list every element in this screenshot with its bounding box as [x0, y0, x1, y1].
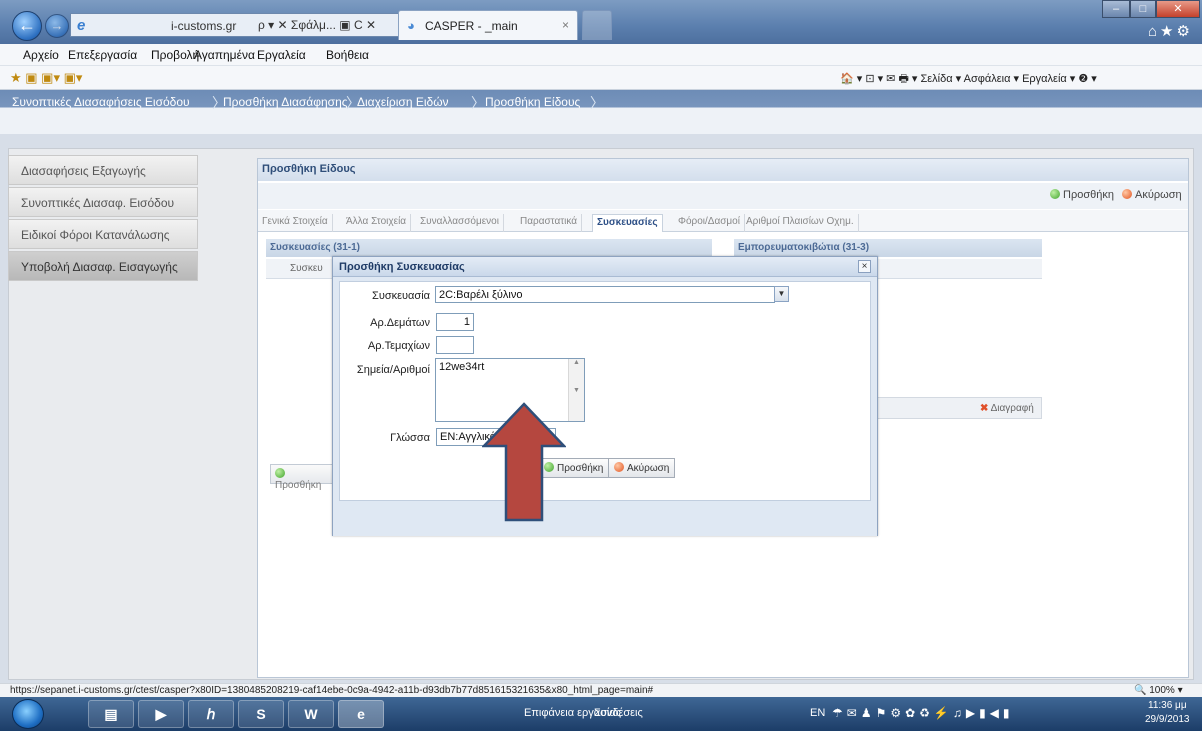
word-icon[interactable]: W: [288, 700, 334, 728]
zoom-level[interactable]: 🔍 100% ▾: [1134, 685, 1183, 696]
browser-titlebar: ← → e i-customs.gr ρ ▾ ✕ Σφάλμ... ▣ C ✕ …: [0, 0, 1202, 44]
tab-packages[interactable]: Συσκευασίες: [592, 214, 663, 232]
sidebar-item-excise-taxes[interactable]: Ειδικοί Φόροι Κατανάλωσης: [8, 219, 198, 249]
tab-documents[interactable]: Παραστατικά: [516, 214, 583, 232]
tab-casper-main[interactable]: ◕ CASPER - _main ×: [398, 10, 578, 40]
favorites-icon[interactable]: ★ ▣ ▣▾ ▣▾: [10, 70, 82, 86]
maximize-button[interactable]: □: [1130, 0, 1156, 18]
dialog-header: Προσθήκη Συσκευασίας ×: [333, 257, 877, 277]
delete-icon: ✖: [980, 403, 989, 414]
ie-taskbar-icon[interactable]: e: [338, 700, 384, 728]
pieces-label: Αρ.Τεμαχίων: [367, 340, 430, 352]
media-player-icon[interactable]: ▶: [138, 700, 184, 728]
menu-favorites[interactable]: Αγαπημένα: [194, 48, 255, 62]
tab-traders[interactable]: Συναλλασσόμενοι: [416, 214, 504, 232]
add-icon: [275, 468, 285, 478]
tab-taxes[interactable]: Φόροι/Δασμοί: [674, 214, 745, 232]
cancel-icon: [1122, 189, 1132, 199]
tab-other[interactable]: Άλλα Στοιχεία: [342, 214, 412, 232]
home-favorites-settings-icons[interactable]: ⌂★⚙: [1148, 22, 1193, 40]
content-toolbar: Προσθήκη Ακύρωση: [258, 183, 1188, 209]
tab-vehicle-frames[interactable]: Αριθμοί Πλαισίων Οχημ.: [742, 214, 859, 232]
menu-view[interactable]: Προβολή: [151, 48, 199, 62]
menu-file[interactable]: Αρχείο: [23, 48, 59, 62]
explorer-icon[interactable]: ▤: [88, 700, 134, 728]
item-tabs: Γενικά Στοιχεία Άλλα Στοιχεία Συναλλασσό…: [258, 210, 1188, 232]
menu-tools[interactable]: Εργαλεία: [257, 48, 306, 62]
breadcrumb-add-declaration[interactable]: Προσθήκη Διασάφησης: [223, 95, 348, 109]
breadcrumb-summary-declarations[interactable]: Συνοπτικές Διασαφήσεις Εισόδου: [12, 95, 190, 109]
new-tab-button[interactable]: [582, 10, 612, 40]
bundles-label: Αρ.Δεμάτων: [370, 317, 430, 329]
start-button[interactable]: [12, 699, 44, 729]
sidebar-item-summary-entry[interactable]: Συνοπτικές Διασαφ. Εισόδου: [8, 187, 198, 217]
page-title: Προσθήκη Είδους: [258, 159, 1188, 181]
ie-icon: e: [77, 17, 86, 34]
status-bar: https://sepanet.i-customs.gr/ctest/caspe…: [0, 683, 1202, 697]
taskbar: ▤ ▶ ℎ S W e Επιφάνεια εργασίας Συνδέσεις…: [0, 697, 1202, 731]
back-button[interactable]: ←: [12, 11, 42, 41]
skype-icon[interactable]: S: [238, 700, 284, 728]
address-bar[interactable]: e i-customs.gr ρ ▾ ✕ Σφάλμ... ▣ C ✕: [70, 13, 400, 37]
package-select[interactable]: 2C:Βαρέλι ξύλινο: [435, 286, 775, 303]
close-window-button[interactable]: ✕: [1156, 0, 1200, 18]
language-label: Γλώσσα: [390, 432, 430, 444]
links-toolbar[interactable]: Συνδέσεις: [594, 707, 643, 719]
language-indicator[interactable]: EN: [810, 707, 825, 719]
add-item-button[interactable]: Προσθήκη: [1050, 189, 1114, 201]
status-url: https://sepanet.i-customs.gr/ctest/caspe…: [10, 685, 654, 696]
containers-panel-header: Εμπορευματοκιβώτια (31-3): [734, 239, 1042, 257]
cancel-item-button[interactable]: Ακύρωση: [1122, 189, 1182, 201]
dialog-footer: [333, 504, 877, 536]
chevron-right-icon: 〉: [471, 95, 485, 111]
sidebar-item-export-declarations[interactable]: Διασαφήσεις Εξαγωγής: [8, 155, 198, 185]
system-tray-icons[interactable]: ☂✉♟⚑⚙✿♻⚡♫▶▮◀▮: [832, 706, 1014, 720]
breadcrumb: Συνοπτικές Διασαφήσεις Εισόδου 〉 Προσθήκ…: [0, 90, 1202, 134]
cancel-icon: [614, 462, 624, 472]
close-icon[interactable]: ×: [858, 260, 871, 273]
forward-button[interactable]: →: [45, 14, 69, 38]
minimize-button[interactable]: ‒: [1102, 0, 1130, 18]
chevron-right-icon: 〉: [590, 95, 604, 111]
clock-date[interactable]: 29/9/2013: [1145, 714, 1190, 725]
tab-close-icon[interactable]: ×: [562, 18, 569, 32]
breadcrumb-add-item[interactable]: Προσθήκη Είδους: [485, 95, 580, 109]
menu-help[interactable]: Βοήθεια: [326, 48, 369, 62]
package-label: Συσκευασία: [372, 290, 430, 302]
address-tools[interactable]: ρ ▾ ✕ Σφάλμ... ▣ C ✕: [258, 18, 376, 32]
tab-title: CASPER - _main: [425, 19, 518, 33]
favorites-bar: ★ ▣ ▣▾ ▣▾ 🏠 ▾ ⊡ ▾ ✉ 🖶 ▾ Σελίδα ▾ Ασφάλει…: [0, 66, 1202, 90]
sidebar-item-import-submission[interactable]: Υποβολή Διασαφ. Εισαγωγής: [8, 251, 198, 281]
pieces-field[interactable]: [436, 336, 474, 354]
command-bar[interactable]: 🏠 ▾ ⊡ ▾ ✉ 🖶 ▾ Σελίδα ▾ Ασφάλεια ▾ Εργαλε…: [840, 70, 1097, 89]
marks-label: Σημεία/Αριθμοί: [356, 364, 430, 376]
breadcrumb-item-management[interactable]: Διαχείριση Ειδών: [357, 95, 449, 109]
clock-time[interactable]: 11:36 μμ: [1148, 700, 1187, 711]
tab-general[interactable]: Γενικά Στοιχεία: [258, 214, 333, 232]
hp-icon[interactable]: ℎ: [188, 700, 234, 728]
marks-scrollbar[interactable]: ▲ ▼: [568, 359, 584, 421]
dialog-title: Προσθήκη Συσκευασίας: [339, 261, 465, 273]
sidebar: Διασαφήσεις Εξαγωγής Συνοπτικές Διασαφ. …: [8, 155, 198, 283]
menu-edit[interactable]: Επεξεργασία: [68, 48, 137, 62]
dialog-cancel-button[interactable]: Ακύρωση: [608, 458, 676, 478]
bundles-field[interactable]: 1: [436, 313, 474, 331]
menu-bar: Αρχείο Επεξεργασία Προβολή Αγαπημένα Εργ…: [0, 44, 1202, 66]
chevron-down-icon[interactable]: ▼: [774, 286, 789, 302]
add-icon: [1050, 189, 1060, 199]
delete-button[interactable]: ✖ Διαγραφή: [980, 403, 1034, 414]
add-package-button[interactable]: Προσθήκη: [270, 464, 336, 491]
packages-panel-header: Συσκευασίες (31-1): [266, 239, 712, 257]
address-host: i-customs.gr: [171, 19, 237, 33]
page-icon: ◕: [407, 18, 415, 33]
annotation-arrow-icon: [482, 402, 566, 522]
